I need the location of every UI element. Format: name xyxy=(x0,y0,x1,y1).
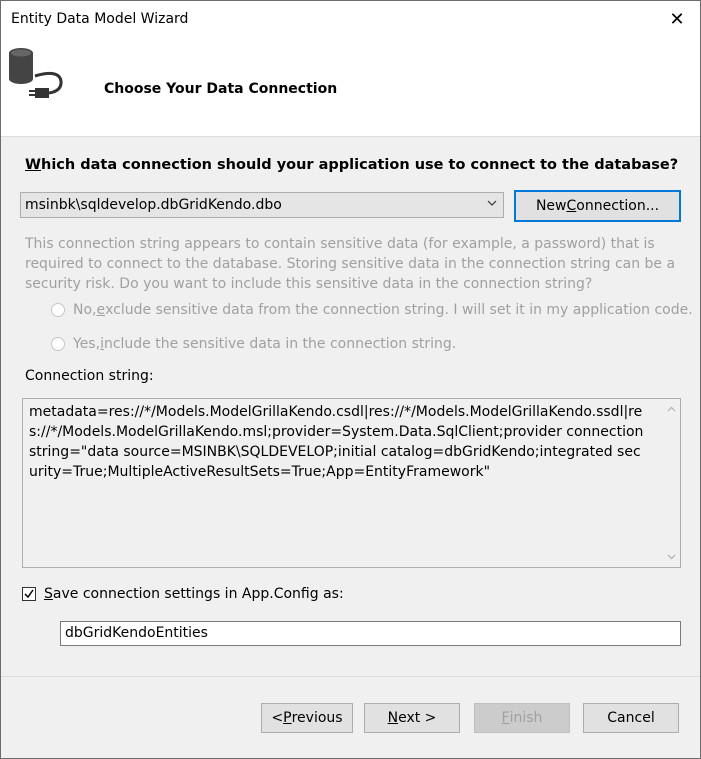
sensitive-data-notice: This connection string appears to contai… xyxy=(25,236,676,292)
scroll-up-icon[interactable] xyxy=(667,405,676,414)
exclude-sensitive-radio[interactable] xyxy=(51,303,65,317)
finish-accel: F xyxy=(501,710,510,726)
chevron-down-icon xyxy=(487,200,497,206)
scroll-down-icon[interactable] xyxy=(667,552,676,561)
save-settings-label: ave connection settings in App.Config as… xyxy=(52,586,344,602)
question-accel: W xyxy=(25,157,41,173)
previous-label-after: revious xyxy=(291,710,343,726)
include-label-before: Yes, xyxy=(73,336,101,352)
include-label-after: nclude the sensitive data in the connect… xyxy=(103,336,457,352)
title-bar: Entity Data Model Wizard ✕ xyxy=(1,1,700,37)
entity-name-field[interactable] xyxy=(60,621,681,646)
wizard-window: Entity Data Model Wizard ✕ Choose Your D… xyxy=(0,0,701,759)
connection-string-textbox[interactable]: metadata=res://*/Models.ModelGrillaKendo… xyxy=(22,398,681,568)
footer-divider xyxy=(1,676,700,677)
entity-name-input[interactable] xyxy=(61,622,669,644)
database-plug-icon xyxy=(9,48,63,98)
connection-string-value: metadata=res://*/Models.ModelGrillaKendo… xyxy=(29,404,644,480)
connection-question: Which data connection should your applic… xyxy=(25,157,678,173)
connection-string-label: Connection string: xyxy=(25,368,154,384)
next-accel: N xyxy=(387,710,399,726)
exclude-sensitive-option[interactable]: No, e xclude sensitive data from the conn… xyxy=(51,302,693,318)
cancel-label: Cancel xyxy=(607,710,655,726)
new-connection-button[interactable]: New Connection... xyxy=(514,190,681,222)
cancel-button[interactable]: Cancel xyxy=(583,703,679,733)
include-sensitive-option[interactable]: Yes, i nclude the sensitive data in the c… xyxy=(51,336,456,352)
new-connection-label-before: New xyxy=(535,198,567,214)
wizard-header: Choose Your Data Connection xyxy=(1,37,700,137)
connection-select-value: msinbk\sqldevelop.dbGridKendo.dbo xyxy=(25,197,282,213)
window-title: Entity Data Model Wizard xyxy=(11,11,189,27)
previous-label-before: < xyxy=(271,710,284,726)
new-connection-accel: C xyxy=(566,198,577,214)
save-settings-checkbox[interactable] xyxy=(22,587,36,601)
save-settings-accel: S xyxy=(44,586,53,602)
previous-button[interactable]: < Previous xyxy=(261,703,353,733)
connection-select[interactable]: msinbk\sqldevelop.dbGridKendo.dbo xyxy=(20,192,504,218)
question-text: hich data connection should your applica… xyxy=(41,157,679,173)
next-label: ext > xyxy=(398,710,437,726)
exclude-label-before: No, xyxy=(73,302,97,318)
next-button[interactable]: Next > xyxy=(364,703,460,733)
include-sensitive-radio[interactable] xyxy=(51,337,65,351)
finish-button[interactable]: Finish xyxy=(474,703,570,733)
previous-accel: P xyxy=(283,710,292,726)
exclude-label-after: xclude sensitive data from the connectio… xyxy=(105,302,693,318)
new-connection-label-after: onnection... xyxy=(576,198,660,214)
close-icon[interactable]: ✕ xyxy=(654,1,700,37)
exclude-accel: e xyxy=(96,302,106,318)
checkmark-icon xyxy=(24,589,34,599)
page-title: Choose Your Data Connection xyxy=(104,81,338,97)
vertical-scrollbar[interactable] xyxy=(663,399,680,567)
finish-label: inish xyxy=(509,710,543,726)
save-settings-option[interactable]: Save connection settings in App.Config a… xyxy=(22,586,344,602)
